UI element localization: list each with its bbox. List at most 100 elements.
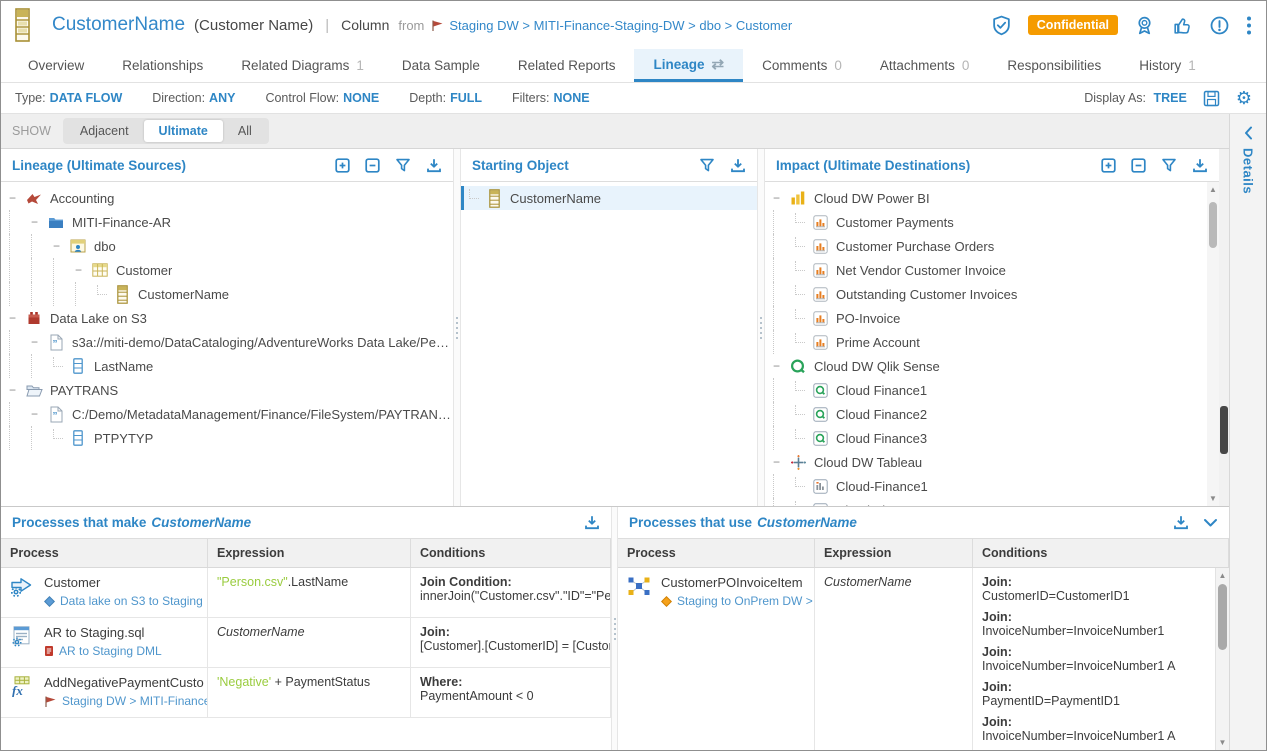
scroll-up-arrow[interactable]: ▲ (1216, 571, 1229, 580)
thumbs-up-icon[interactable] (1171, 15, 1193, 36)
chevron-down-icon[interactable] (1203, 518, 1218, 528)
collapse-node-toggle[interactable]: − (31, 215, 46, 229)
tree-node-paytrans[interactable]: −PAYTRANS (1, 378, 453, 402)
tree-node-ptpytyp[interactable]: PTPYTYP (1, 426, 453, 450)
scrollbar-thumb[interactable] (1209, 202, 1217, 248)
filter-value[interactable]: NONE (343, 91, 379, 105)
award-ribbon-icon[interactable] (1134, 15, 1155, 36)
conditions-scrollbar[interactable]: ▲ ▼ (1215, 568, 1229, 750)
tree-guide (773, 210, 795, 234)
gear-icon[interactable]: ⚙ (1236, 88, 1252, 109)
tree-node-cloud-finance1[interactable]: Cloud Finance1 (765, 378, 1219, 402)
scroll-up-arrow[interactable]: ▲ (1207, 185, 1219, 194)
tab-history[interactable]: History1 (1120, 49, 1215, 82)
download-icon[interactable] (1192, 158, 1208, 173)
tab-related-diagrams[interactable]: Related Diagrams1 (222, 49, 383, 82)
collapse-all-icon[interactable] (365, 158, 380, 173)
show-option-ultimate[interactable]: Ultimate (144, 120, 223, 142)
tree-node-cloud-dw-tableau[interactable]: −Cloud DW Tableau (765, 450, 1219, 474)
process-link[interactable]: Data lake on S3 to Staging (44, 594, 203, 608)
tree-leaf-connector (795, 477, 805, 487)
panel-splitter[interactable] (757, 149, 765, 506)
process-link[interactable]: Staging to OnPrem DW > S (661, 594, 815, 608)
tree-node-cloud-finance2[interactable]: Cloud-Finance2 (765, 498, 1219, 506)
filter-value[interactable]: NONE (554, 91, 590, 105)
filter-icon[interactable] (699, 158, 715, 173)
expand-all-icon[interactable] (1101, 158, 1116, 173)
collapse-node-toggle[interactable]: − (31, 335, 46, 349)
tree-node-cloud-finance3[interactable]: Cloud Finance3 (765, 426, 1219, 450)
tree-node-prime-account[interactable]: Prime Account (765, 330, 1219, 354)
tree-node-net-vendor-customer-invoice[interactable]: Net Vendor Customer Invoice (765, 258, 1219, 282)
process-name: CustomerPOInvoiceItem (661, 575, 815, 590)
save-icon[interactable] (1203, 90, 1220, 107)
filter-value[interactable]: ANY (209, 91, 235, 105)
download-icon[interactable] (1173, 515, 1189, 530)
tab-attachments[interactable]: Attachments0 (861, 49, 989, 82)
scrollbar-thumb[interactable] (1220, 406, 1228, 454)
tree-node-customer-purchase-orders[interactable]: Customer Purchase Orders (765, 234, 1219, 258)
tree-node-accounting[interactable]: −Accounting (1, 186, 453, 210)
tree-node-customername[interactable]: CustomerName (1, 282, 453, 306)
shield-check-icon[interactable] (991, 15, 1012, 36)
tree-node-dbo[interactable]: −dbo (1, 234, 453, 258)
download-icon[interactable] (584, 515, 600, 530)
download-icon[interactable] (730, 158, 746, 173)
collapse-node-toggle[interactable]: − (773, 359, 788, 373)
tab-overview[interactable]: Overview (9, 49, 103, 82)
display-as-value[interactable]: TREE (1154, 91, 1187, 105)
tab-comments[interactable]: Comments0 (743, 49, 861, 82)
impact-scrollbar[interactable]: ▲ ▼ (1207, 182, 1219, 506)
alert-circle-icon[interactable] (1209, 15, 1230, 36)
tree-node-cloud-finance1[interactable]: Cloud-Finance1 (765, 474, 1219, 498)
process-link[interactable]: AR to Staging DML (44, 644, 162, 658)
tree-node-data-lake-on-s3[interactable]: −Data Lake on S3 (1, 306, 453, 330)
process-link[interactable]: Staging DW > MITI-Finance (44, 694, 208, 708)
expand-all-icon[interactable] (335, 158, 350, 173)
scrollbar-thumb[interactable] (1218, 584, 1227, 650)
filter-icon[interactable] (395, 158, 411, 173)
tree-node-cloud-dw-qlik-sense[interactable]: −Cloud DW Qlik Sense (765, 354, 1219, 378)
tree-node-c-demo-metadatamanagement-finance-filesystem-paytrans-p[interactable]: −”C:/Demo/MetadataManagement/Finance/Fil… (1, 402, 453, 426)
collapse-all-icon[interactable] (1131, 158, 1146, 173)
show-option-adjacent[interactable]: Adjacent (65, 120, 144, 142)
tab-data-sample[interactable]: Data Sample (383, 49, 499, 82)
filter-icon[interactable] (1161, 158, 1177, 173)
breadcrumb[interactable]: Staging DW > MITI-Finance-Staging-DW > d… (431, 18, 792, 33)
tab-related-reports[interactable]: Related Reports (499, 49, 635, 82)
collapse-node-toggle[interactable]: − (9, 311, 24, 325)
tree-node-cloud-dw-power-bi[interactable]: −Cloud DW Power BI (765, 186, 1219, 210)
download-icon[interactable] (426, 158, 442, 173)
tab-relationships[interactable]: Relationships (103, 49, 222, 82)
scroll-down-arrow[interactable]: ▼ (1207, 494, 1219, 503)
scroll-down-arrow[interactable]: ▼ (1216, 738, 1229, 747)
filter-settings: Type:DATA FLOWDirection:ANYControl Flow:… (15, 91, 620, 105)
tree-node-miti-finance-ar[interactable]: −MITI-Finance-AR (1, 210, 453, 234)
filter-value[interactable]: FULL (450, 91, 482, 105)
tree-node-s3a-miti-demo-datacataloging-adventureworks-data-lake-perso[interactable]: −”s3a://miti-demo/DataCataloging/Adventu… (1, 330, 453, 354)
collapse-node-toggle[interactable]: − (75, 263, 90, 277)
collapse-node-toggle[interactable]: − (773, 455, 788, 469)
tree-node-customer[interactable]: −Customer (1, 258, 453, 282)
tab-lineage[interactable]: Lineage⇄ (634, 49, 743, 82)
tree-node-customer-payments[interactable]: Customer Payments (765, 210, 1219, 234)
kebab-menu-icon[interactable] (1246, 15, 1252, 36)
collapse-node-toggle[interactable]: − (773, 191, 788, 205)
panel-splitter[interactable] (611, 507, 618, 750)
collapse-node-toggle[interactable]: − (9, 191, 24, 205)
filter-value[interactable]: DATA FLOW (50, 91, 123, 105)
tree-node-customername[interactable]: CustomerName (461, 186, 757, 210)
diamond-blue-icon (44, 596, 55, 607)
collapse-node-toggle[interactable]: − (53, 239, 68, 253)
tree-node-cloud-finance2[interactable]: Cloud Finance2 (765, 402, 1219, 426)
show-option-all[interactable]: All (223, 120, 267, 142)
tree-node-po-invoice[interactable]: PO-Invoice (765, 306, 1219, 330)
tree-node-lastname[interactable]: LastName (1, 354, 453, 378)
details-rail-toggle[interactable]: Details (1229, 114, 1266, 750)
main-vertical-scrollbar[interactable] (1219, 149, 1229, 506)
collapse-node-toggle[interactable]: − (31, 407, 46, 421)
panel-splitter[interactable] (453, 149, 461, 506)
tree-node-outstanding-customer-invoices[interactable]: Outstanding Customer Invoices (765, 282, 1219, 306)
collapse-node-toggle[interactable]: − (9, 383, 24, 397)
tab-responsibilities[interactable]: Responsibilities (988, 49, 1120, 82)
